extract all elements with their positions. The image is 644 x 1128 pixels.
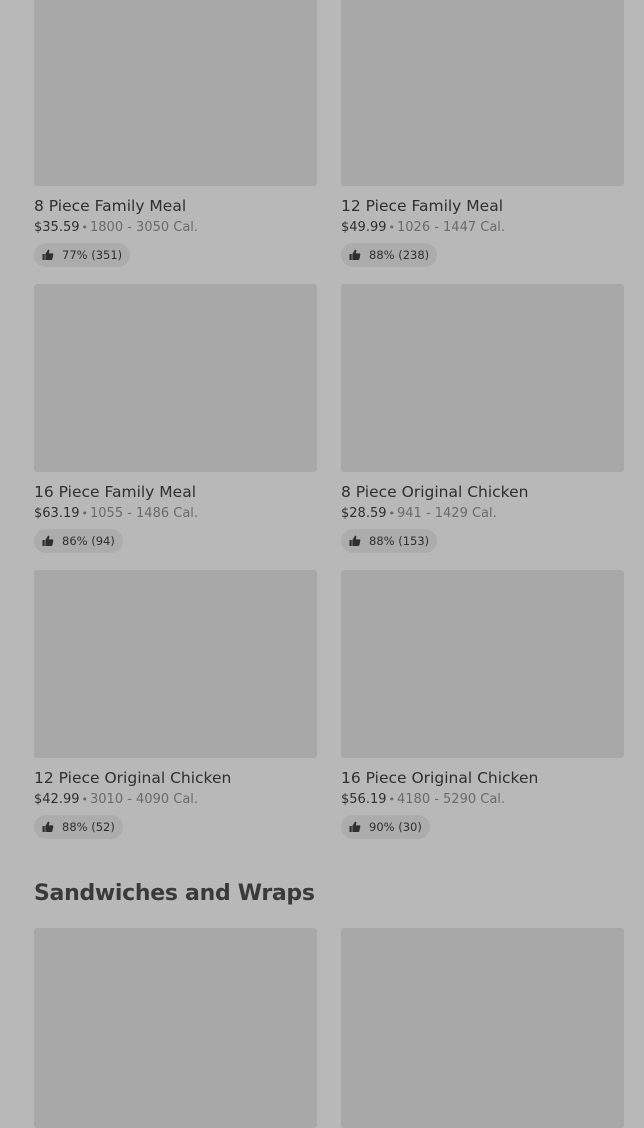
item-image[interactable] <box>341 570 624 758</box>
rating-text: 77% (351) <box>62 248 123 262</box>
item-image[interactable] <box>34 284 317 472</box>
rating-badge: 86% (94) <box>34 529 123 553</box>
item-name: 8 Piece Original Chicken <box>341 483 529 501</box>
rating-text: 88% (52) <box>62 820 115 834</box>
meta-separator: • <box>81 793 89 806</box>
meta-separator: • <box>388 221 396 234</box>
item-image[interactable] <box>341 928 624 1128</box>
rating-text: 86% (94) <box>62 534 115 548</box>
rating-badge: 90% (30) <box>341 815 430 839</box>
item-image[interactable] <box>341 0 624 186</box>
menu-item-card[interactable]: 12 Piece Original Chicken $42.99 • 3010 - … <box>34 570 317 856</box>
thumbs-up-icon <box>349 535 361 546</box>
thumbs-up-icon <box>42 249 54 260</box>
item-price: $49.99 <box>341 220 387 235</box>
item-name: 16 Piece Original Chicken <box>341 769 539 787</box>
item-price: $42.99 <box>34 792 80 807</box>
menu-item-card[interactable] <box>34 928 317 1128</box>
item-image[interactable] <box>34 570 317 758</box>
item-calories: 3010 - 4090 Cal. <box>90 792 199 807</box>
item-name: 12 Piece Family Meal <box>341 197 504 215</box>
item-price: $56.19 <box>341 792 387 807</box>
menu-item-card[interactable]: 8 Piece Family Meal $35.59 • 1800 - 3050 C… <box>34 0 317 284</box>
item-meta: $49.99 • 1026 - 1447 Cal. <box>341 219 624 237</box>
item-meta: $28.59 • 941 - 1429 Cal. <box>341 505 624 523</box>
meta-separator: • <box>81 507 89 520</box>
item-image[interactable] <box>34 0 317 186</box>
item-name: 16 Piece Family Meal <box>34 483 197 501</box>
item-meta: $42.99 • 3010 - 4090 Cal. <box>34 791 317 809</box>
item-calories: 1026 - 1447 Cal. <box>397 220 506 235</box>
thumbs-up-icon <box>349 821 361 832</box>
menu-item-card[interactable]: 16 Piece Family Meal $63.19 • 1055 - 1486 … <box>34 284 317 570</box>
item-image[interactable] <box>34 928 317 1128</box>
section-title: Sandwiches and Wraps <box>34 881 315 906</box>
item-image[interactable] <box>341 284 624 472</box>
item-price: $63.19 <box>34 506 80 521</box>
thumbs-up-icon <box>349 249 361 260</box>
rating-badge: 88% (52) <box>34 815 123 839</box>
item-meta: $35.59 • 1800 - 3050 Cal. <box>34 219 317 237</box>
item-price: $28.59 <box>341 506 387 521</box>
thumbs-up-icon <box>42 535 54 546</box>
item-meta: $63.19 • 1055 - 1486 Cal. <box>34 505 317 523</box>
rating-text: 90% (30) <box>369 820 422 834</box>
menu-item-card[interactable]: 16 Piece Original Chicken $56.19 • 4180 - … <box>341 570 624 856</box>
thumbs-up-icon <box>42 821 54 832</box>
item-meta: $56.19 • 4180 - 5290 Cal. <box>341 791 624 809</box>
sandwiches-grid <box>34 928 624 1128</box>
item-calories: 941 - 1429 Cal. <box>397 506 497 521</box>
menu-item-card[interactable] <box>341 928 624 1128</box>
rating-badge: 88% (238) <box>341 243 438 267</box>
menu-items-grid: 8 Piece Family Meal $35.59 • 1800 - 3050 C… <box>34 0 624 856</box>
item-calories: 4180 - 5290 Cal. <box>397 792 506 807</box>
rating-badge: 77% (351) <box>34 243 131 267</box>
meta-separator: • <box>388 507 396 520</box>
rating-badge: 88% (153) <box>341 529 438 553</box>
item-price: $35.59 <box>34 220 80 235</box>
item-calories: 1800 - 3050 Cal. <box>90 220 199 235</box>
item-name: 8 Piece Family Meal <box>34 197 187 215</box>
item-calories: 1055 - 1486 Cal. <box>90 506 199 521</box>
rating-text: 88% (153) <box>369 534 430 548</box>
rating-text: 88% (238) <box>369 248 430 262</box>
item-name: 12 Piece Original Chicken <box>34 769 232 787</box>
menu-item-card[interactable]: 12 Piece Family Meal $49.99 • 1026 - 1447 … <box>341 0 624 284</box>
meta-separator: • <box>388 793 396 806</box>
menu-item-card[interactable]: 8 Piece Original Chicken $28.59 • 941 - 14… <box>341 284 624 570</box>
meta-separator: • <box>81 221 89 234</box>
